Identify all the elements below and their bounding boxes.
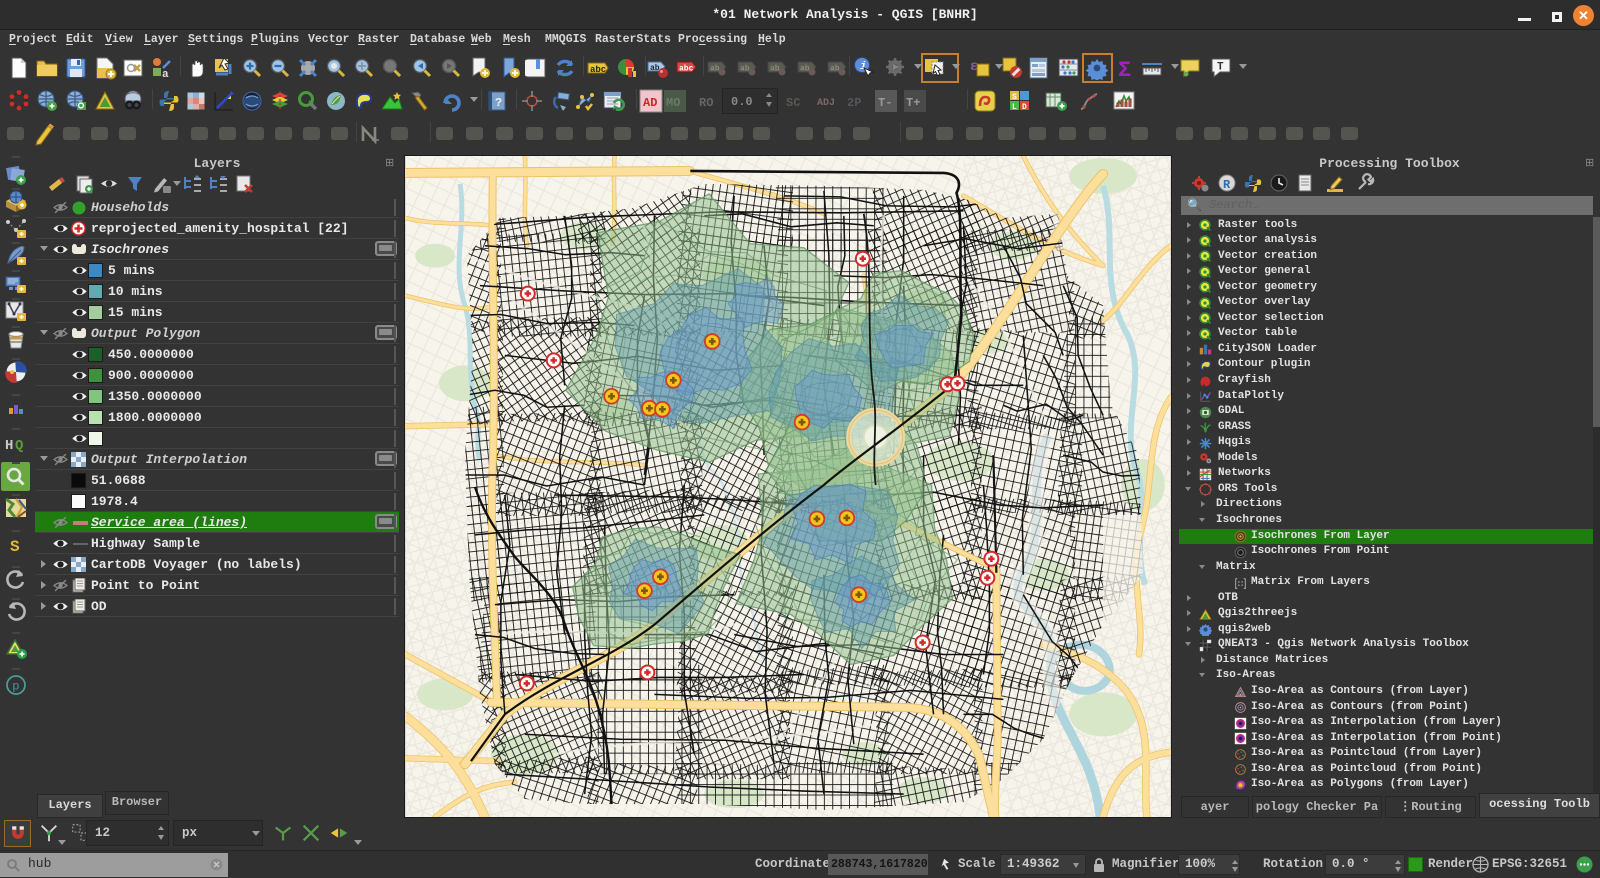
svg-text:ADJ: ADJ <box>817 98 835 109</box>
svg-text:?: ? <box>495 96 502 110</box>
svg-text:SC: SC <box>786 96 800 110</box>
svg-text:p: p <box>13 679 20 693</box>
svg-text:RO: RO <box>699 96 713 110</box>
svg-text:2P: 2P <box>847 96 861 110</box>
svg-text:T: T <box>1217 62 1224 74</box>
svg-text:S: S <box>10 538 20 556</box>
svg-text:Q: Q <box>15 438 23 454</box>
svg-text:D: D <box>1022 103 1027 112</box>
svg-text:R: R <box>1223 178 1231 192</box>
svg-text:a: a <box>162 69 169 80</box>
svg-text:abc: abc <box>590 65 606 75</box>
svg-text:ab: ab <box>770 65 780 74</box>
svg-text:S: S <box>1012 93 1017 102</box>
svg-text:ab: ab <box>740 65 750 74</box>
svg-text:ab: ab <box>830 65 840 74</box>
svg-text:L: L <box>1012 103 1017 112</box>
svg-text:T-: T- <box>878 96 892 110</box>
svg-text:ab: ab <box>710 65 720 74</box>
svg-text:H: H <box>5 438 13 454</box>
svg-text:MO: MO <box>666 96 680 110</box>
svg-text:abc: abc <box>679 65 694 74</box>
svg-text:Σ: Σ <box>1118 58 1131 80</box>
svg-text:T+: T+ <box>906 96 920 110</box>
svg-text:ab: ab <box>800 65 810 74</box>
svg-text:AD: AD <box>643 96 657 110</box>
